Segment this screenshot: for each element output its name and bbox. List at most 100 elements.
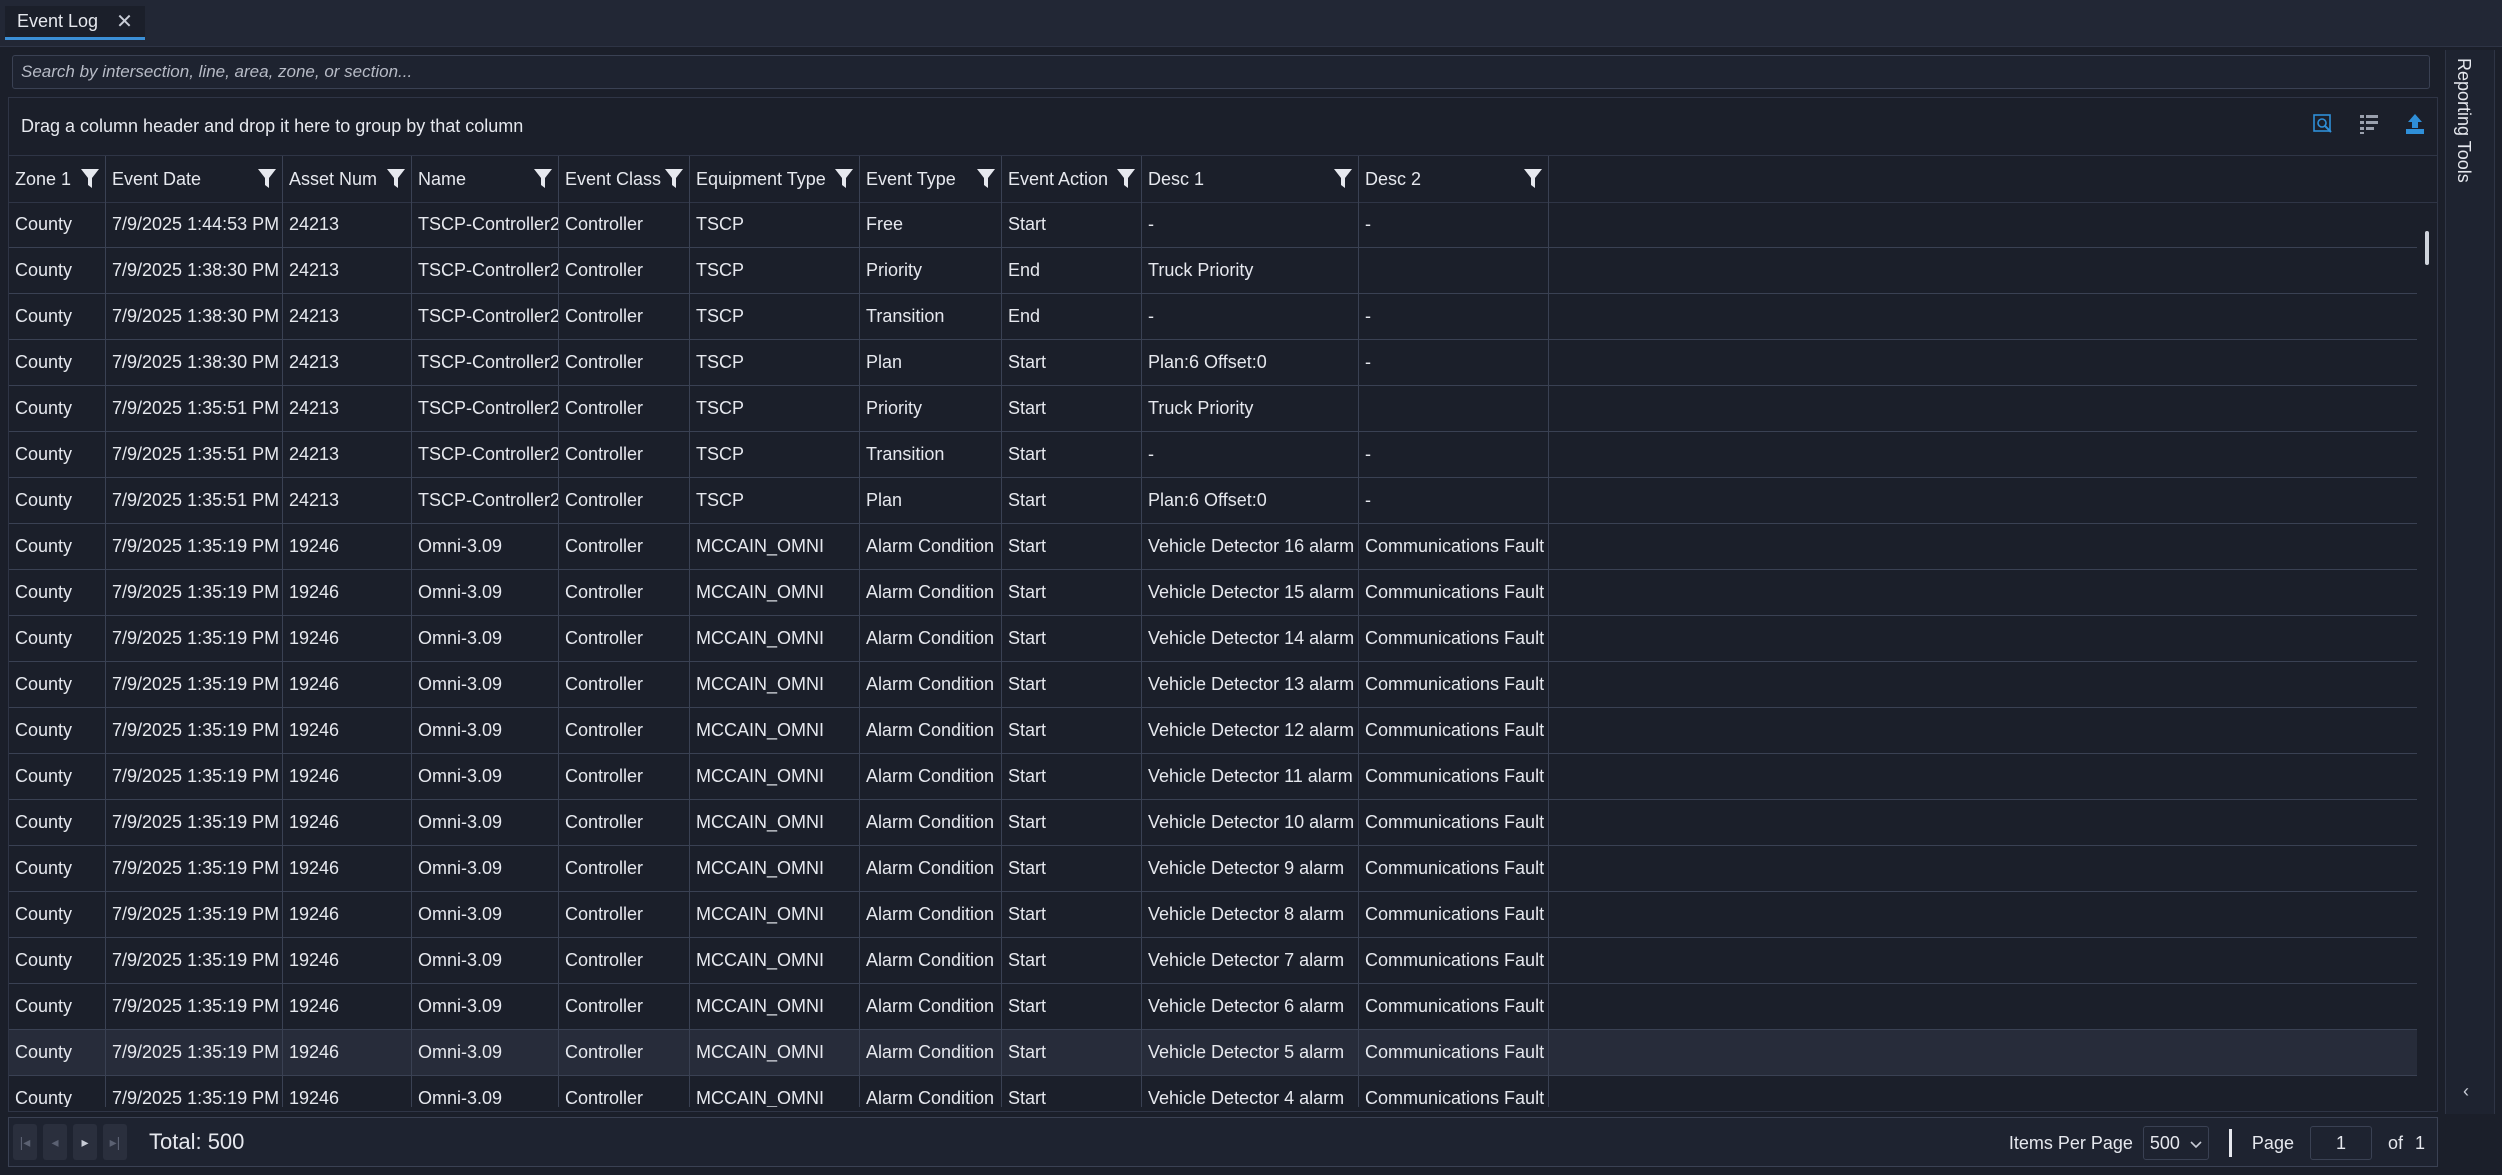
table-row[interactable]: County 7/9/2025 1:35:19 PM 19246 Omni-3.09 C… — [9, 570, 2417, 616]
filter-icon[interactable] — [1334, 169, 1352, 189]
filter-icon[interactable] — [1117, 169, 1135, 189]
next-page-icon[interactable]: ▸ — [73, 1124, 97, 1160]
search-grid-icon[interactable] — [2311, 112, 2335, 136]
column-header[interactable]: Event Action — [1002, 156, 1142, 202]
column-header[interactable]: Event Class — [559, 156, 690, 202]
column-header-label: Asset Num — [289, 168, 378, 189]
vertical-scrollbar[interactable] — [2425, 231, 2429, 265]
filter-icon[interactable] — [387, 169, 405, 189]
column-header[interactable]: Event Type — [860, 156, 1002, 202]
table-row[interactable]: County 7/9/2025 1:38:30 PM 24213 TSCP-Contr… — [9, 340, 2417, 386]
items-per-page-select[interactable]: 500 — [2142, 1126, 2209, 1160]
table-cell — [1359, 248, 1549, 293]
column-header[interactable]: Name — [412, 156, 559, 202]
column-chooser-icon[interactable] — [2357, 112, 2381, 136]
column-header[interactable]: Event Date — [106, 156, 283, 202]
table-cell: Communications Fault — [1359, 938, 1549, 983]
first-page-icon[interactable]: |◂ — [13, 1124, 37, 1160]
last-page-icon[interactable]: ▸| — [103, 1124, 127, 1160]
close-icon[interactable]: ✕ — [116, 12, 133, 32]
table-cell: Omni-3.09 — [412, 1030, 559, 1075]
table-cell: County — [9, 524, 106, 569]
table-cell: Start — [1002, 984, 1142, 1029]
table-row[interactable]: County 7/9/2025 1:35:19 PM 19246 Omni-3.09 C… — [9, 616, 2417, 662]
filter-icon[interactable] — [258, 169, 276, 189]
table-row[interactable]: County 7/9/2025 1:35:19 PM 19246 Omni-3.09 C… — [9, 800, 2417, 846]
table-cell: Omni-3.09 — [412, 892, 559, 937]
page-number-input[interactable]: 1 — [2309, 1126, 2372, 1160]
table-row[interactable]: County 7/9/2025 1:38:30 PM 24213 TSCP-Contr… — [9, 294, 2417, 340]
table-row[interactable]: County 7/9/2025 1:35:19 PM 19246 Omni-3.09 C… — [9, 984, 2417, 1030]
table-cell: Omni-3.09 — [412, 662, 559, 707]
table-row[interactable]: County 7/9/2025 1:44:53 PM 24213 TSCP-Contr… — [9, 202, 2417, 248]
column-header[interactable]: Equipment Type — [690, 156, 860, 202]
column-header-label: Zone 1 — [15, 168, 72, 189]
table-row[interactable]: County 7/9/2025 1:35:19 PM 19246 Omni-3.09 C… — [9, 846, 2417, 892]
table-cell: Omni-3.09 — [412, 570, 559, 615]
table-row[interactable]: County 7/9/2025 1:35:51 PM 24213 TSCP-Contr… — [9, 432, 2417, 478]
table-cell: Vehicle Detector 14 alarm — [1142, 616, 1359, 661]
table-cell: Alarm Condition — [860, 524, 1002, 569]
of-label: of — [2387, 1132, 2403, 1153]
column-header[interactable]: Zone 1 — [9, 156, 106, 202]
table-cell: 24213 — [283, 432, 412, 477]
table-cell: Vehicle Detector 9 alarm — [1142, 846, 1359, 891]
table-cell: 24213 — [283, 386, 412, 431]
table-cell: County — [9, 662, 106, 707]
column-header[interactable]: Desc 1 — [1142, 156, 1359, 202]
table-cell: - — [1359, 478, 1549, 523]
table-row[interactable]: County 7/9/2025 1:35:19 PM 19246 Omni-3.09 C… — [9, 754, 2417, 800]
column-header[interactable]: Desc 2 — [1359, 156, 1549, 202]
table-row[interactable]: County 7/9/2025 1:35:19 PM 19246 Omni-3.09 C… — [9, 662, 2417, 708]
table-cell: Truck Priority — [1142, 248, 1359, 293]
column-header-label: Equipment Type — [696, 168, 826, 189]
table-cell: Controller — [559, 478, 690, 523]
table-cell: Vehicle Detector 5 alarm — [1142, 1030, 1359, 1075]
table-cell: 19246 — [283, 938, 412, 983]
table-row[interactable]: County 7/9/2025 1:35:19 PM 19246 Omni-3.09 C… — [9, 938, 2417, 984]
table-row[interactable]: County 7/9/2025 1:35:51 PM 24213 TSCP-Contr… — [9, 386, 2417, 432]
reporting-tools-panel[interactable]: Reporting Tools ‹ — [2445, 50, 2495, 1114]
column-header[interactable]: Asset Num — [283, 156, 412, 202]
table-cell: Omni-3.09 — [412, 616, 559, 661]
table-row[interactable]: County 7/9/2025 1:35:19 PM 19246 Omni-3.09 C… — [9, 708, 2417, 754]
grid-body[interactable]: County 7/9/2025 1:44:53 PM 24213 TSCP-Contr… — [9, 202, 2417, 1107]
table-row[interactable]: County 7/9/2025 1:35:19 PM 19246 Omni-3.09 C… — [9, 524, 2417, 570]
table-cell: MCCAIN_OMNI — [690, 846, 860, 891]
table-row[interactable]: County 7/9/2025 1:35:19 PM 19246 Omni-3.09 C… — [9, 1076, 2417, 1107]
table-row[interactable]: County 7/9/2025 1:38:30 PM 24213 TSCP-Contr… — [9, 248, 2417, 294]
tab-title: Event Log — [17, 11, 99, 31]
filter-icon[interactable] — [665, 169, 683, 189]
column-header-label: Name — [418, 168, 467, 189]
table-cell: Communications Fault — [1359, 892, 1549, 937]
table-cell: 7/9/2025 1:35:19 PM — [106, 1076, 283, 1107]
table-cell: Truck Priority — [1142, 386, 1359, 431]
table-cell: County — [9, 478, 106, 523]
table-cell: 7/9/2025 1:35:51 PM — [106, 386, 283, 431]
table-cell: TSCP — [690, 478, 860, 523]
table-cell: 19246 — [283, 800, 412, 845]
chevron-left-icon[interactable]: ‹ — [2463, 1081, 2469, 1102]
table-row[interactable]: County 7/9/2025 1:35:19 PM 19246 Omni-3.09 C… — [9, 892, 2417, 938]
filter-icon[interactable] — [81, 169, 99, 189]
tab-event-log[interactable]: Event Log ✕ — [5, 6, 145, 40]
table-row[interactable]: County 7/9/2025 1:35:51 PM 24213 TSCP-Contr… — [9, 478, 2417, 524]
group-by-panel[interactable]: Drag a column header and drop it here to… — [9, 98, 2437, 156]
filter-icon[interactable] — [977, 169, 995, 189]
table-cell: Start — [1002, 708, 1142, 753]
table-cell: End — [1002, 248, 1142, 293]
table-cell: Controller — [559, 616, 690, 661]
table-row[interactable]: County 7/9/2025 1:35:19 PM 19246 Omni-3.09 C… — [9, 1030, 2417, 1076]
table-cell: Start — [1002, 432, 1142, 477]
column-header-label: Event Action — [1008, 168, 1109, 189]
search-input[interactable] — [19, 61, 2429, 83]
table-cell: Communications Fault — [1359, 800, 1549, 845]
table-cell: Controller — [559, 800, 690, 845]
prev-page-icon[interactable]: ◂ — [43, 1124, 67, 1160]
filter-icon[interactable] — [1524, 169, 1542, 189]
table-cell: 7/9/2025 1:38:30 PM — [106, 294, 283, 339]
table-cell: - — [1359, 294, 1549, 339]
filter-icon[interactable] — [835, 169, 853, 189]
export-icon[interactable] — [2403, 112, 2427, 136]
filter-icon[interactable] — [534, 169, 552, 189]
